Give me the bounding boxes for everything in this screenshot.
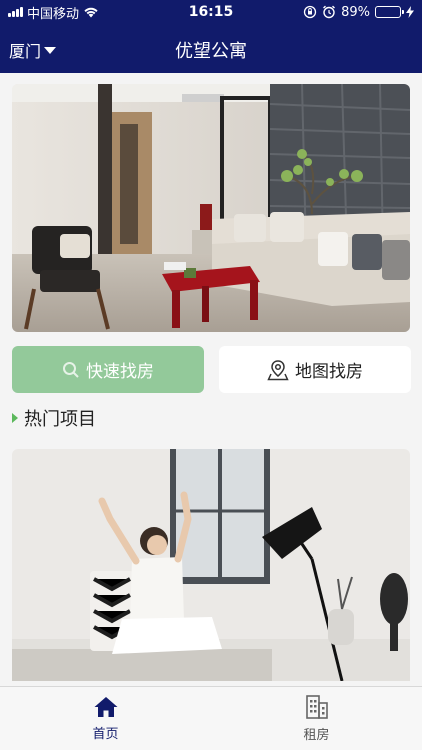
tab-rent-label: 租房 xyxy=(303,728,330,743)
cellular-signal-icon xyxy=(8,7,23,17)
map-search-label: 地图找房 xyxy=(295,362,363,382)
map-pin-icon xyxy=(267,359,289,380)
orientation-lock-icon xyxy=(303,5,317,19)
tab-home[interactable]: 首页 xyxy=(0,687,211,750)
battery-percent: 89% xyxy=(341,4,370,20)
charging-bolt-icon xyxy=(406,6,414,18)
quick-search-label: 快速找房 xyxy=(86,362,154,382)
home-icon xyxy=(94,697,117,717)
wifi-icon xyxy=(84,7,98,18)
top-nav-bar: 厦门 优望公寓 xyxy=(0,24,422,73)
bottom-tab-bar: 首页 租房 xyxy=(0,686,422,750)
battery-icon xyxy=(375,6,404,18)
search-icon xyxy=(63,361,79,378)
caret-down-icon xyxy=(44,46,57,54)
tab-rent[interactable]: 租房 xyxy=(211,687,422,750)
map-search-button[interactable]: 地图找房 xyxy=(219,346,411,393)
carrier-name: 中国移动 xyxy=(27,6,80,22)
section-marker-icon xyxy=(12,413,18,423)
page-title: 优望公寓 xyxy=(175,41,247,62)
section-title: 热门项目 xyxy=(24,409,96,430)
quick-search-button[interactable]: 快速找房 xyxy=(12,346,204,393)
city-label: 厦门 xyxy=(9,42,42,61)
building-icon xyxy=(305,695,328,719)
status-bar: 中国移动 16:15 89% xyxy=(0,0,422,24)
tab-home-label: 首页 xyxy=(92,727,119,742)
project-card-image[interactable] xyxy=(12,449,410,681)
alarm-clock-icon xyxy=(323,5,336,19)
section-heading: 热门项目 xyxy=(12,405,96,431)
city-selector[interactable]: 厦门 xyxy=(9,38,57,62)
banner-image[interactable] xyxy=(12,84,410,332)
